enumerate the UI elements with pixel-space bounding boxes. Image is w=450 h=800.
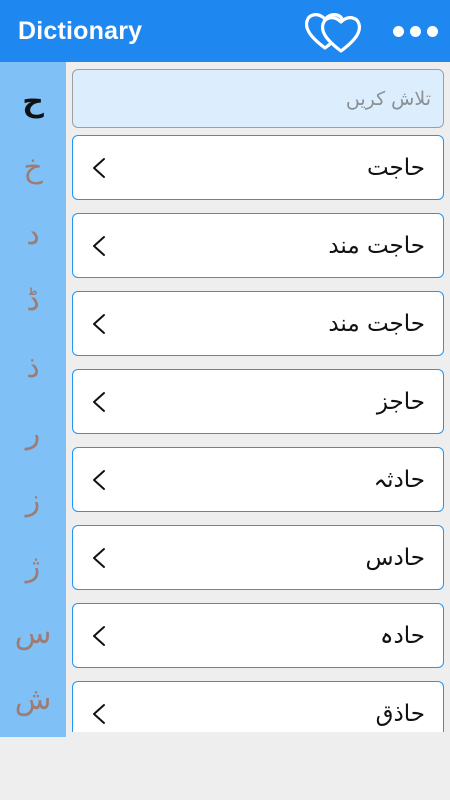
chevron-left-icon xyxy=(93,703,105,724)
word-label: حاجت مند xyxy=(328,232,425,259)
favorites-hearts-icon[interactable] xyxy=(303,8,365,54)
word-label: حادس xyxy=(365,544,425,571)
chevron-left-icon xyxy=(93,547,105,568)
alphabet-sidebar: حخدڈذرزژسش xyxy=(0,62,66,737)
sidebar-letter[interactable]: ح xyxy=(0,68,66,135)
word-label: حاذق xyxy=(375,700,425,727)
chevron-left-icon xyxy=(93,625,105,646)
word-list-item[interactable]: حادس xyxy=(72,525,444,590)
main-content: حاجت حاجت مند حاجت مند حاجز حادثہ حادس حادہ حاذ… xyxy=(66,62,450,732)
chevron-left-icon xyxy=(93,469,105,490)
app-bar-actions xyxy=(303,8,440,54)
word-label: حاجت xyxy=(366,154,425,181)
chevron-left-icon xyxy=(93,391,105,412)
word-list-item[interactable]: حادہ xyxy=(72,603,444,668)
search-input[interactable] xyxy=(73,70,431,127)
more-options-icon[interactable] xyxy=(393,25,440,37)
word-list-item[interactable]: حادثہ xyxy=(72,447,444,512)
search-box[interactable] xyxy=(72,69,444,128)
sidebar-letter[interactable]: خ xyxy=(0,135,66,202)
sidebar-letter[interactable]: ذ xyxy=(0,334,66,401)
word-label: حادہ xyxy=(380,622,425,649)
word-list-item[interactable]: حاجت مند xyxy=(72,213,444,278)
word-list-item[interactable]: حاجز xyxy=(72,369,444,434)
word-list-item[interactable]: حاجت مند xyxy=(72,291,444,356)
word-list-item[interactable]: حاجت xyxy=(72,135,444,200)
chevron-left-icon xyxy=(93,313,105,334)
sidebar-letter[interactable]: ر xyxy=(0,401,66,468)
word-list: حاجت حاجت مند حاجت مند حاجز حادثہ حادس حادہ حاذ… xyxy=(72,135,444,732)
sidebar-letter[interactable]: ش xyxy=(0,667,66,734)
word-list-item[interactable]: حاذق xyxy=(72,681,444,732)
sidebar-letter[interactable]: د xyxy=(0,201,66,268)
word-label: حادثہ xyxy=(373,466,425,493)
app-title: Dictionary xyxy=(18,16,143,45)
word-label: حاجت مند xyxy=(328,310,425,337)
chevron-left-icon xyxy=(93,157,105,178)
sidebar-letter[interactable]: ڈ xyxy=(0,268,66,335)
chevron-left-icon xyxy=(93,235,105,256)
word-label: حاجز xyxy=(376,388,425,415)
app-bar: Dictionary xyxy=(0,0,450,62)
sidebar-letter[interactable]: ز xyxy=(0,467,66,534)
sidebar-letter[interactable]: س xyxy=(0,600,66,667)
sidebar-letter[interactable]: ژ xyxy=(0,534,66,601)
